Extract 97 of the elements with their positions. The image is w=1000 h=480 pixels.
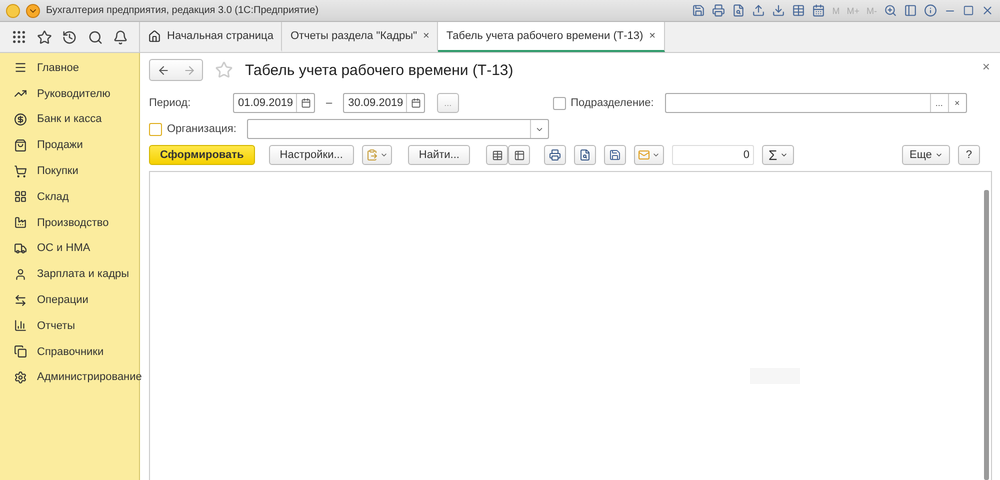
printer-icon [549, 149, 562, 161]
sidebar-item[interactable]: Справочники [0, 338, 139, 365]
expand-groups-button[interactable] [508, 145, 530, 165]
cart-icon [14, 164, 27, 178]
arrows-icon [14, 294, 27, 307]
tab-label: Табель учета рабочего времени (Т-13) [446, 30, 644, 42]
calendar-icon[interactable] [300, 98, 310, 108]
bell-icon[interactable] [112, 30, 128, 44]
organization-label: Организация: [167, 123, 238, 135]
tab-label: Отчеты раздела "Кадры" [290, 30, 417, 42]
search-icon[interactable] [88, 30, 103, 44]
preview-button[interactable] [574, 145, 596, 165]
select-button[interactable]: ... [930, 94, 948, 112]
department-checkbox[interactable] [552, 96, 566, 110]
grid-icon [14, 190, 27, 204]
clipboard-icon [366, 149, 378, 161]
sidebar-item[interactable]: Продажи [0, 132, 139, 158]
truck-icon [14, 242, 27, 255]
printer-icon[interactable] [712, 4, 726, 17]
upload-icon[interactable] [752, 4, 766, 17]
form-close[interactable]: × [982, 59, 990, 74]
sum-field[interactable]: 0 [672, 145, 754, 165]
settings-button[interactable]: Настройки... [268, 145, 354, 165]
department-label: Подразделение: [570, 97, 655, 109]
preview-icon [579, 149, 592, 161]
sidebar-item[interactable]: Администрирование [0, 364, 139, 390]
date-from-field[interactable]: 01.09.2019 [233, 93, 315, 113]
department-field[interactable]: ... × [664, 93, 967, 113]
sidebar-item[interactable]: Производство [0, 210, 139, 236]
scrollbar[interactable] [984, 190, 989, 480]
history-icon[interactable] [62, 30, 78, 44]
bag-icon [14, 138, 27, 152]
table-icon[interactable] [792, 4, 806, 17]
tab-close[interactable]: × [649, 30, 656, 42]
collapse-groups-button[interactable] [486, 145, 508, 165]
calendar-icon[interactable] [410, 98, 421, 108]
close-icon[interactable] [981, 4, 994, 17]
sum-dropdown-button[interactable]: Σ [762, 145, 794, 165]
tab-label: Начальная страница [167, 30, 274, 42]
window-title: Бухгалтерия предприятия, редакция 3.0 (1С:Предприятие) [46, 5, 320, 16]
caret-icon [934, 151, 943, 159]
organization-field[interactable] [247, 119, 549, 139]
dash-text: – [325, 97, 334, 109]
clear-button[interactable]: × [948, 94, 966, 112]
save-button[interactable] [604, 145, 626, 165]
download-icon[interactable] [772, 4, 786, 17]
tab[interactable]: Табель учета рабочего времени (Т-13) × [438, 22, 665, 52]
sidebar-item[interactable]: Отчеты [0, 312, 139, 339]
organization-checkbox[interactable] [149, 122, 162, 136]
restore-icon[interactable] [963, 5, 974, 16]
zoom-icon[interactable] [884, 4, 897, 17]
menu-dropdown-icon[interactable] [26, 4, 40, 18]
sidebar-item[interactable]: Банк и касса [0, 106, 139, 132]
menu-icon [14, 61, 27, 74]
sidebar-item[interactable]: Операции [0, 287, 139, 313]
favorite-star-icon[interactable] [215, 61, 233, 79]
settings-icon [14, 370, 27, 384]
caret-icon [380, 151, 388, 159]
copy-icon [14, 345, 27, 358]
save-icon[interactable] [692, 4, 706, 17]
arrow-left-icon [156, 64, 170, 76]
home-icon [148, 30, 161, 42]
logo-icon [6, 4, 20, 18]
preview-icon[interactable] [732, 4, 746, 17]
caret-icon [652, 151, 660, 159]
info-icon[interactable] [924, 4, 937, 17]
sidebar-item[interactable]: ОС и НМА [0, 236, 139, 262]
table-icon [514, 150, 525, 160]
sidebar-item[interactable]: Покупки [0, 158, 139, 184]
print-button[interactable] [544, 145, 566, 165]
star-icon[interactable] [37, 30, 52, 44]
help-button[interactable]: ? [958, 145, 980, 165]
sidebar-item[interactable]: Склад [0, 184, 139, 210]
table-icon [492, 150, 503, 160]
factory-icon [14, 216, 27, 230]
apps-icon[interactable] [11, 29, 28, 45]
bar-chart-icon [14, 319, 27, 332]
save-icon [609, 149, 622, 161]
find-button[interactable]: Найти... [408, 145, 470, 165]
caret-icon [780, 151, 788, 159]
mail-icon [638, 149, 650, 161]
form-title: Табель учета рабочего времени (Т-13) [245, 62, 514, 78]
person-icon [14, 268, 27, 281]
calendar-icon[interactable] [812, 4, 826, 17]
sidebar-item[interactable]: Главное [0, 55, 139, 81]
panel-icon[interactable] [904, 4, 917, 17]
more-button[interactable]: Еще [902, 145, 950, 165]
coin-icon [14, 112, 27, 126]
sidebar-item[interactable]: Руководителю [0, 80, 139, 107]
tab-close[interactable]: × [422, 30, 430, 42]
sidebar-item[interactable]: Зарплата и кадры [0, 261, 139, 288]
date-to-field[interactable]: 30.09.2019 [343, 93, 426, 113]
arrow-right-icon [182, 64, 196, 76]
paste-dropdown-button[interactable] [362, 145, 392, 165]
mail-dropdown-button[interactable] [634, 145, 664, 165]
period-label: Период: [149, 97, 192, 109]
generate-button[interactable]: Сформировать [149, 145, 255, 165]
